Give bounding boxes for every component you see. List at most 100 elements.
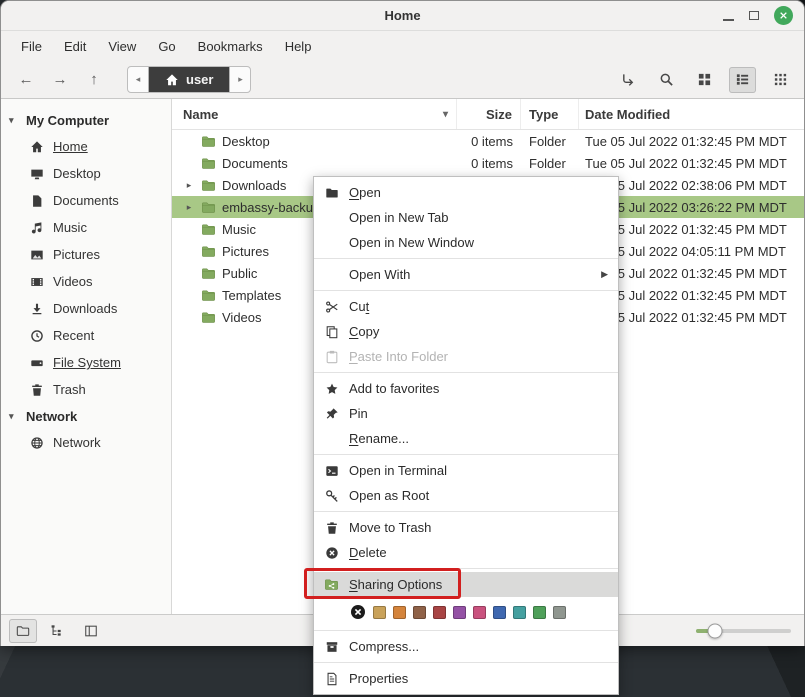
sidebar-section-my-computer[interactable]: ▾My Computer bbox=[1, 107, 171, 133]
context-menu-item-open-as-root[interactable]: Open as Root bbox=[314, 483, 618, 508]
menu-item-label: Open in New Window bbox=[349, 235, 474, 250]
expander-icon[interactable]: ▸ bbox=[183, 180, 195, 191]
column-header-name[interactable]: Name▾ bbox=[172, 99, 457, 129]
sidebar-item-videos[interactable]: Videos bbox=[1, 268, 171, 295]
file-name: Documents bbox=[222, 156, 288, 171]
up-button[interactable]: ↑ bbox=[79, 67, 109, 93]
sidebar-item-recent[interactable]: Recent bbox=[1, 322, 171, 349]
toggle-location-entry-button[interactable] bbox=[615, 67, 642, 93]
menubar-item-go[interactable]: Go bbox=[147, 35, 186, 58]
column-header-size[interactable]: Size bbox=[457, 99, 521, 129]
forward-button[interactable]: → bbox=[45, 67, 75, 93]
zoom-slider[interactable] bbox=[696, 615, 791, 646]
window-title: Home bbox=[1, 8, 804, 23]
sidebar-item-label: Recent bbox=[53, 328, 94, 343]
context-menu-item-properties[interactable]: Properties bbox=[314, 666, 618, 691]
back-button[interactable]: ← bbox=[11, 67, 41, 93]
music-icon bbox=[30, 221, 44, 235]
show-treeview-button[interactable] bbox=[43, 619, 71, 643]
context-menu-item-open-in-terminal[interactable]: Open in Terminal bbox=[314, 458, 618, 483]
context-menu-item-move-to-trash[interactable]: Move to Trash bbox=[314, 515, 618, 540]
list-view-button[interactable] bbox=[729, 67, 756, 93]
color-swatch-8[interactable] bbox=[533, 606, 546, 619]
file-row-documents[interactable]: Documents0 itemsFolderTue 05 Jul 2022 01… bbox=[172, 152, 804, 174]
sidebar-item-pictures[interactable]: Pictures bbox=[1, 241, 171, 268]
context-menu-item-open-in-new-window[interactable]: Open in New Window bbox=[314, 230, 618, 255]
compress-icon bbox=[323, 640, 340, 654]
expander-icon[interactable]: ▸ bbox=[183, 202, 195, 213]
home-icon bbox=[165, 73, 179, 87]
file-name: Downloads bbox=[222, 178, 286, 193]
menu-item-label: Sharing Options bbox=[349, 577, 442, 592]
path-segment-label: user bbox=[186, 72, 213, 87]
close-button[interactable] bbox=[774, 6, 793, 25]
sidebar-item-music[interactable]: Music bbox=[1, 214, 171, 241]
column-label: Date Modified bbox=[585, 107, 670, 122]
context-menu-item-compress[interactable]: Compress... bbox=[314, 634, 618, 659]
context-menu-item-cut[interactable]: Cut bbox=[314, 294, 618, 319]
compact-view-button[interactable] bbox=[767, 67, 794, 93]
sidebar-item-desktop[interactable]: Desktop bbox=[1, 160, 171, 187]
menubar-item-file[interactable]: File bbox=[10, 35, 53, 58]
color-swatch-7[interactable] bbox=[513, 606, 526, 619]
path-segment-user[interactable]: user bbox=[148, 67, 230, 92]
titlebar[interactable]: Home bbox=[1, 1, 804, 31]
maximize-button[interactable] bbox=[749, 11, 759, 20]
context-menu-item-pin[interactable]: Pin bbox=[314, 401, 618, 426]
menubar-item-help[interactable]: Help bbox=[274, 35, 323, 58]
zoom-handle[interactable] bbox=[708, 623, 723, 638]
sidebar-item-trash[interactable]: Trash bbox=[1, 376, 171, 403]
context-menu-item-add-to-favorites[interactable]: Add to favorites bbox=[314, 376, 618, 401]
color-swatch-0[interactable] bbox=[373, 606, 386, 619]
sidebar-item-home[interactable]: Home bbox=[1, 133, 171, 160]
sidebar-item-label: Pictures bbox=[53, 247, 100, 262]
context-menu: Open Open in New Tab Open in New Window Ope… bbox=[313, 176, 619, 695]
minimize-button[interactable] bbox=[723, 19, 734, 21]
color-swatch-6[interactable] bbox=[493, 606, 506, 619]
share-folder-icon bbox=[323, 577, 340, 592]
sidebar-item-network[interactable]: Network bbox=[1, 429, 171, 456]
column-header-date-modified[interactable]: Date Modified bbox=[579, 99, 804, 129]
color-swatch-1[interactable] bbox=[393, 606, 406, 619]
color-swatch-5[interactable] bbox=[473, 606, 486, 619]
context-menu-item-open-with[interactable]: Open With▶ bbox=[314, 262, 618, 287]
image-icon bbox=[30, 248, 44, 262]
search-button[interactable] bbox=[653, 67, 680, 93]
context-menu-item-sharing-options[interactable]: Sharing Options bbox=[314, 572, 618, 597]
window-controls bbox=[723, 6, 804, 25]
color-swatch-9[interactable] bbox=[553, 606, 566, 619]
toggle-side-pane-button[interactable] bbox=[77, 619, 105, 643]
menubar: FileEditViewGoBookmarksHelp bbox=[1, 31, 804, 61]
path-scroll-left-button[interactable]: ◂ bbox=[128, 67, 148, 92]
path-bar: ◂ user ▸ bbox=[127, 66, 251, 93]
file-row-desktop[interactable]: Desktop0 itemsFolderTue 05 Jul 2022 01:3… bbox=[172, 130, 804, 152]
file-name: embassy-backup bbox=[222, 200, 320, 215]
menubar-item-view[interactable]: View bbox=[97, 35, 147, 58]
size-cell: 0 items bbox=[457, 130, 521, 152]
icon-view-button[interactable] bbox=[691, 67, 718, 93]
menu-item-label: Open bbox=[349, 185, 381, 200]
sidebar-item-file-system[interactable]: File System bbox=[1, 349, 171, 376]
sidebar-item-downloads[interactable]: Downloads bbox=[1, 295, 171, 322]
compact-view-icon bbox=[773, 72, 788, 87]
back-arrow-icon: ← bbox=[19, 71, 34, 88]
context-menu-item-delete[interactable]: Delete bbox=[314, 540, 618, 565]
context-menu-item-open-in-new-tab[interactable]: Open in New Tab bbox=[314, 205, 618, 230]
sidebar-section-network[interactable]: ▾Network bbox=[1, 403, 171, 429]
color-swatch-3[interactable] bbox=[433, 606, 446, 619]
show-places-button[interactable] bbox=[9, 619, 37, 643]
context-menu-item-copy[interactable]: Copy bbox=[314, 319, 618, 344]
path-scroll-right-button[interactable]: ▸ bbox=[230, 67, 250, 92]
copy-icon bbox=[323, 325, 340, 339]
color-swatch-2[interactable] bbox=[413, 606, 426, 619]
context-menu-item-rename[interactable]: Rename... bbox=[314, 426, 618, 451]
key-icon bbox=[323, 489, 340, 503]
column-header-type[interactable]: Type bbox=[521, 99, 579, 129]
menubar-item-edit[interactable]: Edit bbox=[53, 35, 97, 58]
sidebar-item-documents[interactable]: Documents bbox=[1, 187, 171, 214]
color-swatch-4[interactable] bbox=[453, 606, 466, 619]
submenu-arrow-icon: ▶ bbox=[601, 269, 608, 280]
color-reset-button[interactable] bbox=[350, 604, 366, 620]
context-menu-item-open[interactable]: Open bbox=[314, 180, 618, 205]
menubar-item-bookmarks[interactable]: Bookmarks bbox=[187, 35, 274, 58]
